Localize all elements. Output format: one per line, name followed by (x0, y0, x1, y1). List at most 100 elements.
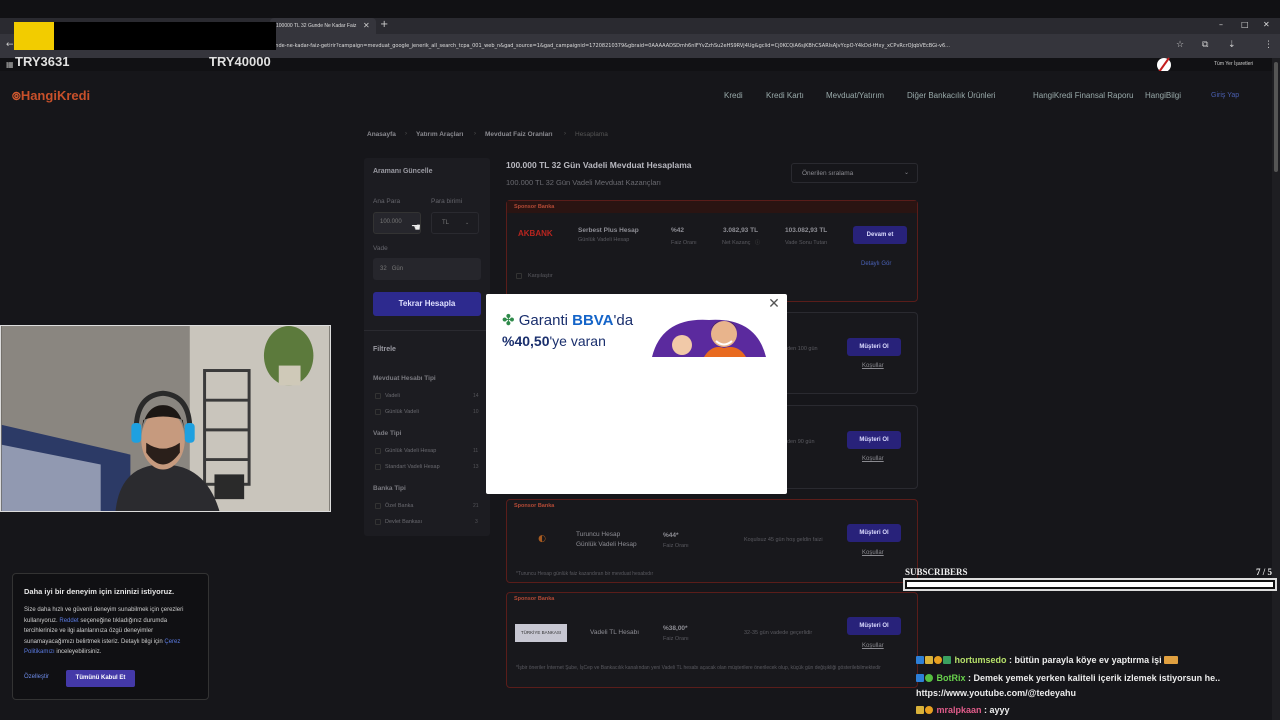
filter-option[interactable]: Devlet Bankası (385, 519, 422, 525)
become-customer-button[interactable]: Müşteri Ol (847, 524, 901, 542)
logo-text-b: Kredi (56, 88, 91, 103)
bookmark-star-icon[interactable]: ☆ (1176, 40, 1184, 50)
ad-rate-rest: 'ye varan (549, 333, 606, 349)
continue-button[interactable]: Devam et (853, 226, 907, 244)
downloads-icon[interactable]: ⇣ (1228, 40, 1236, 50)
chat-message: hortumsedo : bütün parayla köye ev yaptı… (916, 655, 1179, 665)
filter-option[interactable]: Vadeli (385, 393, 400, 399)
chat-username[interactable]: hortumsedo (955, 655, 1007, 665)
product-name: Serbest Plus Hesap (578, 227, 639, 234)
filter-option[interactable]: Özel Banka (385, 503, 413, 509)
term-input[interactable]: 32 Gün (373, 258, 481, 280)
donation-counter-2: TRY40000 (209, 54, 271, 69)
term-value: 32 (380, 266, 387, 272)
accept-all-button[interactable]: Tümünü Kabul Et (66, 670, 135, 687)
breadcrumb-home[interactable]: Anasayfa (367, 131, 396, 138)
chat-text: : bütün parayla köye ev yaptırma işi (1006, 655, 1162, 665)
compare-checkbox[interactable] (516, 273, 522, 279)
address-bar[interactable]: a/100000-tl-32-gunde-ne-kadar-faiz-getir… (230, 40, 1170, 53)
reject-link[interactable]: Reddet (59, 618, 78, 624)
filter-group-title: Mevduat Hesabı Tipi (373, 375, 436, 382)
close-window-icon[interactable]: ✕ (1263, 20, 1270, 29)
chat-username[interactable]: mralpkaan (937, 705, 982, 715)
site-logo[interactable]: ⦾HangiKredi (12, 88, 90, 104)
nav-kredi-karti[interactable]: Kredi Kartı (766, 91, 804, 100)
back-icon[interactable]: ← (6, 40, 14, 50)
menu-icon[interactable]: ⋮ (1264, 40, 1273, 50)
become-customer-button[interactable]: Müşteri Ol (847, 338, 901, 356)
scrollbar-thumb[interactable] (1274, 62, 1278, 172)
filter-option[interactable]: Günlük Vadeli (385, 409, 419, 415)
filter-count: 14 (473, 393, 479, 399)
filter-checkbox[interactable] (375, 464, 381, 470)
conditions-link[interactable]: Koşullar (862, 550, 884, 556)
emote-icon (1164, 656, 1179, 664)
tab-close-icon[interactable]: ✕ (363, 21, 370, 30)
nav-finansal-rapor[interactable]: HangiKredi Finansal Raporu (1033, 91, 1134, 100)
filter-checkbox[interactable] (375, 448, 381, 454)
nav-kredi[interactable]: Kredi (724, 91, 743, 100)
conditions-link[interactable]: Koşullar (862, 643, 884, 649)
interest-rate-label: Faiz Oranı (671, 240, 697, 246)
footnote: *İşbir öneriler İnternet Şube, İşCep ve … (516, 665, 881, 671)
new-tab-icon[interactable]: + (380, 19, 388, 30)
currency-label: Para birimi (431, 198, 463, 205)
compare-label[interactable]: Karşılaştır (528, 273, 553, 279)
become-customer-button[interactable]: Müşteri Ol (847, 431, 901, 449)
filter-group-title: Banka Tipi (373, 485, 406, 492)
interest-rate: %38,00* (663, 625, 688, 632)
chat-link[interactable]: https://www.youtube.com/@tedeyahu (916, 688, 1076, 698)
browser-tab-active[interactable]: 100000 TL 32 Gunde Ne Kadar Faiz (270, 18, 376, 34)
sort-select[interactable]: Önerilen sıralama ⌄ (791, 163, 918, 183)
filter-group-title: Vade Tipi (373, 430, 402, 437)
ad-people-image (652, 319, 766, 357)
interest-rate-label: Faiz Oranı (663, 543, 689, 549)
maximize-icon[interactable]: □ (1241, 20, 1249, 29)
chat-text: : ayyy (981, 705, 1010, 715)
breadcrumb-investment[interactable]: Yatırım Araçları (416, 131, 463, 138)
become-customer-button[interactable]: Müşteri Ol (847, 617, 901, 635)
badge-icon (943, 656, 951, 664)
interest-rate: %42 (671, 227, 685, 234)
filter-checkbox[interactable] (375, 393, 381, 399)
chat-username[interactable]: BotRix (937, 673, 966, 683)
close-icon[interactable]: ✕ (766, 296, 782, 312)
overlay-black-box (54, 22, 276, 50)
filter-option[interactable]: Standart Vadeli Hesap (385, 464, 440, 470)
badge-icon (916, 706, 924, 714)
info-icon[interactable]: ⓘ (755, 239, 760, 246)
minimize-icon[interactable]: – (1219, 20, 1223, 29)
all-bookmarks[interactable]: Tüm Yer İşaretleri (1214, 61, 1253, 67)
detail-link[interactable]: Detaylı Gör (861, 261, 891, 267)
recalculate-button[interactable]: Tekrar Hesapla (373, 292, 481, 316)
chat-text: : Demek yemek yerken kaliteli içerik izl… (965, 673, 1221, 683)
filter-count: 10 (473, 409, 479, 415)
nav-mevduat[interactable]: Mevduat/Yatırım (826, 91, 884, 100)
extensions-icon[interactable]: ⧉ (1202, 40, 1208, 50)
filter-count: 3 (475, 519, 478, 525)
breadcrumb-separator: › (474, 131, 476, 137)
donation-counter-1: TRY3631 (15, 54, 70, 69)
nav-diger[interactable]: Diğer Bankacılık Ürünleri (907, 91, 995, 100)
currency-select[interactable]: TL ⌄ (431, 212, 479, 234)
login-link[interactable]: Giriş Yap (1211, 92, 1239, 99)
filter-checkbox[interactable] (375, 503, 381, 509)
ad-brand[interactable]: ✤ Garanti BBVA'da (502, 311, 633, 329)
interest-rate-label: Faiz Oranı (663, 636, 689, 642)
chat-message: mralpkaan : ayyy (916, 705, 1010, 715)
conditions-link[interactable]: Koşullar (862, 363, 884, 369)
nav-hangibilgi[interactable]: HangiBilgi (1145, 91, 1181, 100)
result-card (506, 592, 918, 688)
filter-checkbox[interactable] (375, 519, 381, 525)
sponsor-label: Sponsor Banka (514, 596, 555, 602)
breadcrumb-deposit-rates[interactable]: Mevduat Faiz Oranları (485, 131, 553, 138)
customize-button[interactable]: Özelleştir (24, 674, 49, 680)
conditions-link[interactable]: Koşullar (862, 456, 884, 462)
ad-headline[interactable]: %40,50'ye varan (502, 333, 606, 349)
net-earnings: 3.082,93 TL (723, 227, 759, 234)
term-unit: Gün (391, 266, 404, 272)
breadcrumb-separator: › (564, 131, 566, 137)
filter-checkbox[interactable] (375, 409, 381, 415)
apps-icon[interactable]: ▦ (6, 60, 14, 69)
filter-option[interactable]: Günlük Vadeli Hesap (385, 448, 436, 454)
